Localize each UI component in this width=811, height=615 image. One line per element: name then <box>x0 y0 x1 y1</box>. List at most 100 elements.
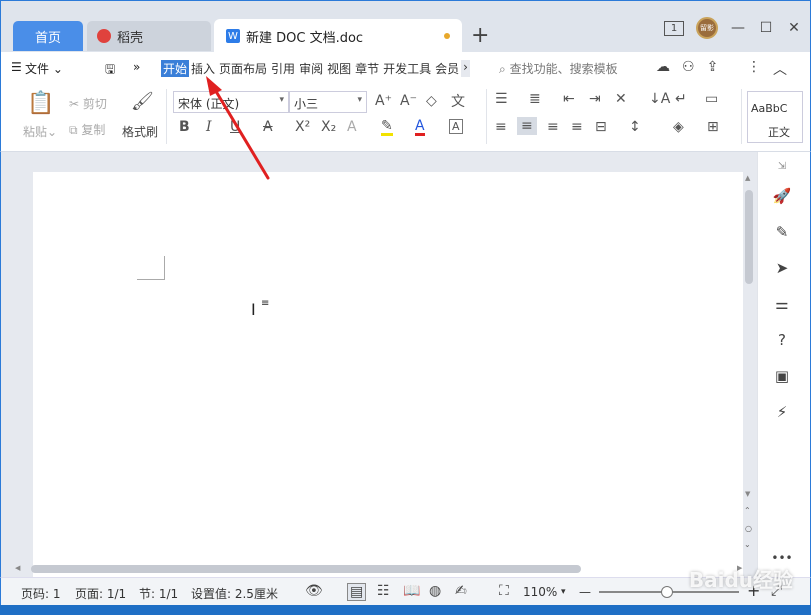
horizontal-scrollbar[interactable]: ◀ ▶ <box>15 562 742 574</box>
reading-view-icon[interactable]: 📖 <box>403 583 420 599</box>
collaborate-icon[interactable]: ⚇ <box>682 59 695 75</box>
bullet-list-icon[interactable]: ☰ <box>495 91 508 107</box>
collapse-ribbon-icon[interactable]: ︿ <box>773 59 787 79</box>
share-icon[interactable]: ⇪ <box>707 59 719 75</box>
format-painter-button[interactable]: 格式刷 <box>122 123 158 140</box>
subscript-icon[interactable]: X₂ <box>321 119 336 135</box>
avatar[interactable]: 留影 <box>696 17 718 39</box>
new-tab-button[interactable]: + <box>471 23 489 48</box>
clear-format-icon[interactable]: ◇ <box>426 93 437 109</box>
line-spacing-icon[interactable]: ↕ <box>629 119 641 135</box>
document-page[interactable]: I ≡ <box>33 172 743 577</box>
cut-button[interactable]: ✂ 剪切 <box>69 95 107 112</box>
align-center-icon[interactable]: ≡ <box>517 117 537 135</box>
paste-icon[interactable]: 📋 <box>27 91 54 116</box>
text-effect-icon[interactable]: A <box>347 119 357 135</box>
underline-icon[interactable]: U <box>230 119 240 135</box>
tabs-scroll-right-icon[interactable]: › <box>461 60 470 77</box>
align-left-icon[interactable]: ≡ <box>495 119 507 135</box>
scroll-left-icon[interactable]: ◀ <box>15 564 20 572</box>
chinese-layout-icon[interactable]: ✕ <box>615 91 627 107</box>
justify-icon[interactable]: ≡ <box>571 119 583 135</box>
web-view-icon[interactable]: ◍ <box>429 583 441 599</box>
eye-protection-icon[interactable]: 👁 <box>305 583 323 599</box>
increase-indent-icon[interactable]: ⇥ <box>589 91 601 107</box>
lightning-icon[interactable]: ⚡ <box>772 402 792 422</box>
page-view-icon[interactable]: ▤ <box>347 583 367 601</box>
paste-button[interactable]: 粘贴⌄ <box>23 123 57 140</box>
tab-document[interactable]: W 新建 DOC 文档.doc <box>214 19 462 53</box>
bold-icon[interactable]: B <box>179 119 190 135</box>
status-page-count[interactable]: 页面: 1/1 <box>75 585 126 602</box>
sort-icon[interactable]: ↓A <box>649 91 670 107</box>
phonetic-guide-icon[interactable]: 文 <box>451 91 465 111</box>
scroll-up-icon[interactable]: ▲ <box>745 174 750 182</box>
previous-page-icon[interactable]: ⌃ <box>744 506 751 515</box>
tab-member[interactable]: 会员 <box>433 60 461 77</box>
write-mode-icon[interactable]: ✍ <box>455 583 467 599</box>
adjust-sliders-icon[interactable]: ⚌ <box>772 294 792 314</box>
zoom-level[interactable]: 110% <box>523 585 557 599</box>
more-chevron-icon[interactable]: » <box>133 60 140 74</box>
strikethrough-icon[interactable]: A <box>263 119 273 135</box>
distributed-align-icon[interactable]: ⊟ <box>595 119 607 135</box>
character-border-icon[interactable]: A <box>449 119 463 134</box>
zoom-out-icon[interactable]: — <box>579 585 591 599</box>
maximize-icon[interactable]: ☐ <box>758 20 774 36</box>
font-size-select[interactable]: 小三 ▾ <box>289 91 367 113</box>
search-input[interactable]: ⌕ 查找功能、搜索模板 <box>499 60 618 77</box>
borders-icon[interactable]: ⊞ <box>707 119 719 135</box>
tab-references[interactable]: 引用 <box>269 60 297 77</box>
highlight-icon[interactable]: ✎ <box>381 119 393 136</box>
rocket-icon[interactable]: 🚀 <box>772 186 792 206</box>
save-icon[interactable]: 🖫 <box>105 60 115 81</box>
more-options-icon[interactable]: ⋮ <box>747 59 761 79</box>
font-color-icon[interactable]: A <box>415 119 425 136</box>
fit-page-icon[interactable]: ⛶ <box>499 583 509 599</box>
shrink-font-icon[interactable]: A⁻ <box>400 93 417 109</box>
horizontal-scroll-thumb[interactable] <box>31 565 581 573</box>
select-cursor-icon[interactable]: ➤ <box>772 258 792 278</box>
decrease-indent-icon[interactable]: ⇤ <box>563 91 575 107</box>
pen-icon[interactable]: ✎ <box>772 222 792 242</box>
status-setting-value[interactable]: 设置值: 2.5厘米 <box>191 585 278 602</box>
tab-insert[interactable]: 插入 <box>189 60 217 77</box>
style-gallery-normal[interactable]: AaBbC 正文 <box>747 91 803 143</box>
vertical-scroll-thumb[interactable] <box>745 190 753 284</box>
browse-object-icon[interactable]: ○ <box>745 524 752 533</box>
copy-button[interactable]: ⧉ 复制 <box>69 121 105 138</box>
help-icon[interactable]: ? <box>772 330 792 350</box>
tab-home[interactable]: 首页 <box>13 21 83 51</box>
font-name-select[interactable]: 宋体 (正文) ▾ <box>173 91 289 113</box>
outline-view-icon[interactable]: ☷ <box>377 583 390 599</box>
ruler-icon[interactable]: ▭ <box>705 91 718 107</box>
tab-developer[interactable]: 开发工具 <box>381 60 433 77</box>
line-break-icon[interactable]: ↵ <box>675 91 687 107</box>
tab-page-layout[interactable]: 页面布局 <box>217 60 269 77</box>
tab-daoke[interactable]: 稻壳 <box>87 21 211 51</box>
vertical-scrollbar[interactable]: ▲ ▼ ⌃ ○ ⌄ <box>743 172 755 572</box>
italic-icon[interactable]: I <box>206 119 212 135</box>
hamburger-menu-icon[interactable]: ☰ <box>11 60 22 74</box>
shading-icon[interactable]: ◈ <box>673 119 684 135</box>
tab-view[interactable]: 视图 <box>325 60 353 77</box>
tab-review[interactable]: 审阅 <box>297 60 325 77</box>
cloud-sync-icon[interactable]: ☁ <box>656 59 670 75</box>
close-icon[interactable]: ✕ <box>786 20 802 36</box>
sidebar-expand-icon[interactable]: ⇲ <box>772 156 792 176</box>
next-page-icon[interactable]: ⌄ <box>744 540 751 549</box>
menu-file[interactable]: 文件 ⌄ <box>25 60 63 77</box>
numbered-list-icon[interactable]: ≣ <box>529 91 541 107</box>
status-section[interactable]: 节: 1/1 <box>139 585 178 602</box>
zoom-slider-thumb[interactable] <box>661 586 673 598</box>
window-count-icon[interactable]: 1 <box>664 20 684 36</box>
format-painter-icon[interactable]: 🖌 <box>131 91 154 112</box>
superscript-icon[interactable]: X² <box>295 119 310 135</box>
align-right-icon[interactable]: ≡ <box>547 119 559 135</box>
scroll-down-icon[interactable]: ▼ <box>745 490 750 498</box>
minimize-icon[interactable]: — <box>730 20 746 36</box>
grow-font-icon[interactable]: A⁺ <box>375 93 392 109</box>
zoom-chevron-down-icon[interactable]: ▾ <box>561 587 566 597</box>
status-page-number[interactable]: 页码: 1 <box>21 585 61 602</box>
image-edit-icon[interactable]: ▣ <box>772 366 792 386</box>
